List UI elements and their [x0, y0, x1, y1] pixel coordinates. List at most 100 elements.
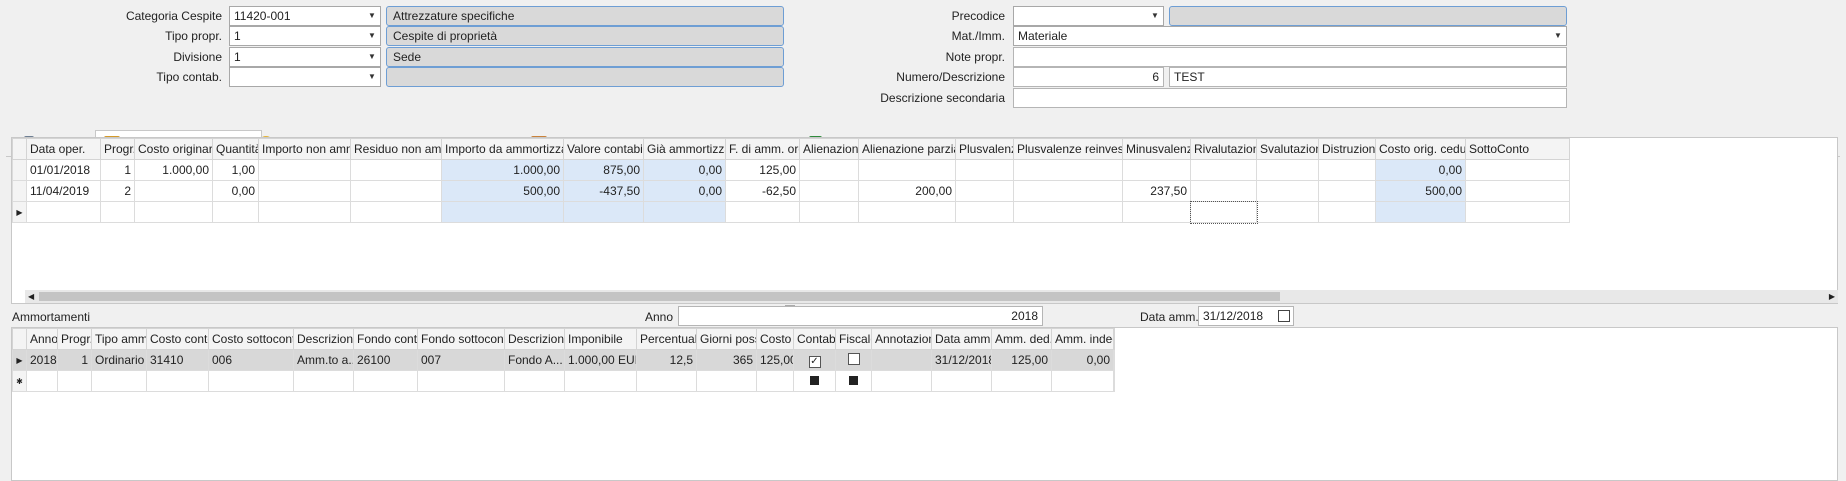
table-cell[interactable]: [258, 180, 351, 202]
column-header[interactable]: Importo non amm.: [258, 138, 351, 160]
table-cell[interactable]: [258, 201, 351, 223]
table-cell[interactable]: 31/12/2018: [931, 349, 992, 371]
table-cell[interactable]: 875,00: [563, 159, 644, 181]
table-cell[interactable]: [350, 201, 442, 223]
table-cell[interactable]: [991, 370, 1052, 392]
column-header[interactable]: Costo orig. ceduto: [1375, 138, 1466, 160]
column-header[interactable]: Progr.: [100, 138, 135, 160]
column-header[interactable]: Amm. inded.: [1051, 328, 1114, 350]
column-header[interactable]: Data amm.: [931, 328, 992, 350]
scroll-right-button[interactable]: ▶: [1829, 290, 1835, 303]
table-cell[interactable]: 237,50: [1122, 180, 1191, 202]
data-amm-field[interactable]: 31/12/2018: [1198, 306, 1294, 326]
table-cell[interactable]: 006: [208, 349, 294, 371]
table-cell[interactable]: [26, 201, 101, 223]
precodice-combo[interactable]: ▼: [1013, 6, 1164, 26]
column-header[interactable]: Distruzione: [1318, 138, 1376, 160]
table-cell[interactable]: 500,00: [441, 180, 564, 202]
table-cell[interactable]: [955, 159, 1014, 181]
table-cell[interactable]: [1051, 370, 1114, 392]
table-cell[interactable]: 31410: [146, 349, 209, 371]
table-cell[interactable]: [1375, 201, 1466, 223]
column-header[interactable]: Descrizione: [504, 328, 565, 350]
anno-field[interactable]: 2018: [678, 306, 1043, 326]
column-header[interactable]: Progr.: [57, 328, 92, 350]
column-header[interactable]: Fondo sottoconto: [417, 328, 505, 350]
table-cell[interactable]: 1: [100, 159, 135, 181]
table-cell[interactable]: [1465, 159, 1570, 181]
table-cell[interactable]: -437,50: [563, 180, 644, 202]
chevron-down-icon[interactable]: ▼: [364, 27, 380, 45]
table-cell[interactable]: 01/01/2018: [26, 159, 101, 181]
descrizione-secondaria-field[interactable]: [1013, 88, 1567, 108]
column-header[interactable]: Fiscale: [835, 328, 872, 350]
table-cell[interactable]: 12,5: [636, 349, 697, 371]
chevron-down-icon[interactable]: ▼: [364, 68, 380, 86]
table-cell[interactable]: 1: [57, 349, 92, 371]
table-cell[interactable]: [1122, 159, 1191, 181]
table-cell[interactable]: [146, 370, 209, 392]
table-cell[interactable]: ✓: [793, 349, 836, 371]
table-cell[interactable]: [134, 201, 213, 223]
column-header[interactable]: Percentuale: [636, 328, 697, 350]
table-cell[interactable]: 1,00: [212, 159, 259, 181]
table-cell[interactable]: [208, 370, 294, 392]
table-cell[interactable]: [835, 349, 872, 371]
table-cell[interactable]: [858, 201, 956, 223]
new-row[interactable]: ✱: [12, 370, 1115, 392]
table-cell[interactable]: [1189, 200, 1258, 224]
indeterminate-checkbox[interactable]: [849, 376, 858, 385]
table-cell[interactable]: 1.000,00 EUR: [564, 349, 637, 371]
table-cell[interactable]: Ordinario: [91, 349, 147, 371]
column-header[interactable]: Contab.: [793, 328, 836, 350]
table-cell[interactable]: 11/04/2019: [26, 180, 101, 202]
table-cell[interactable]: 007: [417, 349, 505, 371]
column-header[interactable]: Costo: [756, 328, 794, 350]
table-cell[interactable]: [871, 349, 932, 371]
table-cell[interactable]: [563, 201, 644, 223]
table-cell[interactable]: 0,00: [212, 180, 259, 202]
column-header[interactable]: Plusvalenze reinvestita: [1013, 138, 1123, 160]
table-cell[interactable]: [212, 201, 259, 223]
column-header[interactable]: Residuo non amm.: [350, 138, 442, 160]
column-header[interactable]: Minusvalenza: [1122, 138, 1191, 160]
table-cell[interactable]: [871, 370, 932, 392]
table-cell[interactable]: 2018: [26, 349, 58, 371]
table-cell[interactable]: [955, 180, 1014, 202]
table-cell[interactable]: [793, 370, 836, 392]
table-cell[interactable]: [134, 180, 213, 202]
table-cell[interactable]: [57, 370, 92, 392]
table-cell[interactable]: [1465, 201, 1570, 223]
numero-field[interactable]: 6: [1013, 67, 1164, 87]
table-cell[interactable]: [1013, 201, 1123, 223]
table-cell[interactable]: [258, 159, 351, 181]
chevron-down-icon[interactable]: ▼: [1550, 27, 1566, 45]
chevron-down-icon[interactable]: ▼: [364, 48, 380, 66]
table-cell[interactable]: 365: [696, 349, 757, 371]
column-header[interactable]: Valore contabile: [563, 138, 644, 160]
scroll-thumb[interactable]: [39, 292, 1280, 301]
table-cell[interactable]: 500,00: [1375, 180, 1466, 202]
tipo-propr-combo[interactable]: 1 ▼: [229, 26, 381, 46]
column-header[interactable]: Descrizione: [293, 328, 354, 350]
table-cell[interactable]: [955, 201, 1014, 223]
scroll-left-button[interactable]: ◀: [28, 290, 34, 303]
column-header[interactable]: Quantità: [212, 138, 259, 160]
descrizione-field[interactable]: TEST: [1169, 67, 1567, 87]
column-header[interactable]: Plusvalenza: [955, 138, 1014, 160]
table-cell[interactable]: [417, 370, 505, 392]
table-cell[interactable]: Fondo A...: [504, 349, 565, 371]
table-cell[interactable]: [100, 201, 135, 223]
categoria-combo[interactable]: 11420-001 ▼: [229, 6, 381, 26]
table-cell[interactable]: 26100: [353, 349, 418, 371]
table-cell[interactable]: [441, 201, 564, 223]
row-indicator[interactable]: [12, 180, 27, 202]
table-cell[interactable]: [643, 201, 726, 223]
table-cell[interactable]: 200,00: [858, 180, 956, 202]
table-cell[interactable]: [1318, 201, 1376, 223]
operations-hscroll[interactable]: ◀ ▶: [25, 290, 1838, 303]
table-cell[interactable]: Amm.to a...: [293, 349, 354, 371]
table-cell[interactable]: [756, 370, 794, 392]
table-cell[interactable]: [636, 370, 697, 392]
table-cell[interactable]: [1318, 180, 1376, 202]
